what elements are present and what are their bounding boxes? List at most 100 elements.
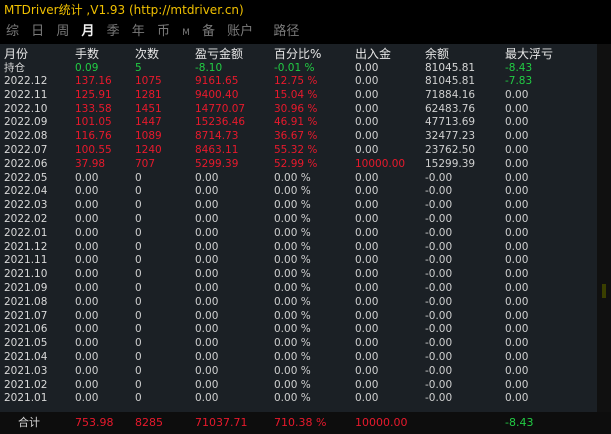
holding-deposit-withdraw: 0.00: [355, 62, 379, 74]
cell-balance: 62483.76: [425, 102, 476, 115]
cell-balance: -0.00: [425, 364, 453, 377]
cell-count: 0: [135, 282, 142, 294]
cell-lots: 0.00: [75, 378, 99, 391]
total-count: 8285: [135, 416, 163, 429]
cell-deposit-withdraw: 0.00: [355, 75, 379, 87]
cell-percent: 46.91 %: [274, 116, 318, 129]
cell-balance: -0.00: [425, 240, 453, 253]
cell-max-drawdown: 0.00: [505, 157, 529, 170]
cell-deposit-withdraw: 0.00: [355, 102, 379, 115]
cell-month: 2021.05: [4, 337, 48, 350]
tab-notes[interactable]: 备: [202, 21, 215, 43]
cell-lots: 0.00: [75, 254, 99, 267]
cell-pnl: 0.00: [195, 378, 219, 391]
cell-balance: -0.00: [425, 309, 453, 322]
cell-deposit-withdraw: 10000.00: [355, 157, 406, 170]
cell-count: 707: [135, 157, 156, 170]
cell-deposit-withdraw: 0.00: [355, 309, 379, 322]
cell-pnl: 0.00: [195, 240, 219, 253]
cell-deposit-withdraw: 0.00: [355, 199, 379, 212]
cell-lots: 0.00: [75, 282, 99, 294]
tab-month[interactable]: 月: [81, 21, 94, 43]
cell-lots: 0.00: [75, 213, 99, 225]
cell-pnl: 0.00: [195, 185, 219, 198]
cell-percent: 0.00 %: [274, 323, 311, 336]
cell-month: 2022.05: [4, 171, 48, 184]
cell-percent: 0.00 %: [274, 351, 311, 363]
cell-max-drawdown: 0.00: [505, 378, 529, 391]
cell-lots: 100.55: [75, 144, 112, 156]
cell-pnl: 9400.40: [195, 88, 239, 101]
cell-pnl: 9161.65: [195, 75, 239, 87]
cell-pnl: 0.00: [195, 199, 219, 212]
total-max-drawdown: -8.43: [505, 416, 534, 429]
table-row: 2021.08 0.00 0 0.00 0.00 % 0.00 -0.00 0.00: [0, 296, 597, 309]
cell-lots: 0.00: [75, 323, 99, 336]
cell-lots: 137.16: [75, 75, 112, 87]
cell-lots: 0.00: [75, 364, 99, 377]
cell-month: 2021.03: [4, 364, 48, 377]
cell-max-drawdown: 0.00: [505, 268, 529, 281]
cell-count: 0: [135, 171, 142, 184]
holding-label: 持仓: [4, 62, 25, 74]
cell-pnl: 0.00: [195, 364, 219, 377]
cell-month: 2021.04: [4, 351, 48, 363]
tab-day[interactable]: 日: [31, 21, 44, 43]
tab-overall[interactable]: 综: [6, 21, 19, 43]
cell-count: 0: [135, 213, 142, 225]
tab-magic[interactable]: M: [182, 22, 190, 44]
cell-count: 1281: [135, 88, 162, 101]
holding-count: 5: [135, 62, 142, 74]
table-row: 2022.03 0.00 0 0.00 0.00 % 0.00 -0.00 0.00: [0, 199, 597, 212]
cell-lots: 0.00: [75, 268, 99, 281]
cell-lots: 116.76: [75, 130, 112, 143]
cell-percent: 52.99 %: [274, 157, 318, 170]
cell-lots: 0.00: [75, 351, 99, 363]
table-row: 2021.02 0.00 0 0.00 0.00 % 0.00 -0.00 0.00: [0, 379, 597, 392]
holding-percent: -0.01 %: [274, 62, 315, 74]
tab-path[interactable]: 路径: [273, 21, 299, 43]
cell-max-drawdown: 0.00: [505, 116, 529, 129]
tab-quarter[interactable]: 季: [107, 21, 120, 43]
cell-max-drawdown: -7.83: [505, 75, 533, 87]
cell-count: 0: [135, 378, 142, 391]
cell-balance: -0.00: [425, 213, 453, 225]
tab-week[interactable]: 周: [56, 21, 69, 43]
cell-percent: 30.96 %: [274, 102, 318, 115]
cell-percent: 0.00 %: [274, 309, 311, 322]
cell-deposit-withdraw: 0.00: [355, 323, 379, 336]
cell-max-drawdown: 0.00: [505, 351, 529, 363]
total-deposit-withdraw: 10000.00: [355, 416, 408, 429]
cell-month: 2022.11: [4, 88, 48, 101]
vertical-scrollbar[interactable]: [597, 44, 611, 412]
tab-account[interactable]: 账户: [227, 21, 253, 43]
cell-month: 2021.06: [4, 323, 48, 336]
header-month: 月份: [4, 47, 29, 61]
table-row: 2022.11 125.91 1281 9400.40 15.04 % 0.00 71884…: [0, 89, 597, 102]
cell-max-drawdown: 0.00: [505, 240, 529, 253]
cell-max-drawdown: 0.00: [505, 88, 529, 101]
cell-count: 0: [135, 364, 142, 377]
tab-year[interactable]: 年: [132, 21, 145, 43]
cell-lots: 0.00: [75, 337, 99, 350]
cell-balance: -0.00: [425, 268, 453, 281]
tab-symbol[interactable]: 币: [157, 21, 170, 43]
header-balance: 余额: [425, 47, 450, 61]
cell-deposit-withdraw: 0.00: [355, 226, 379, 239]
cell-deposit-withdraw: 0.00: [355, 364, 379, 377]
cell-month: 2021.10: [4, 268, 48, 281]
cell-month: 2022.04: [4, 185, 48, 198]
cell-percent: 0.00 %: [274, 199, 311, 212]
cell-count: 0: [135, 392, 142, 405]
cell-balance: -0.00: [425, 226, 453, 239]
cell-count: 1075: [135, 75, 162, 87]
cell-month: 2021.07: [4, 309, 48, 322]
header-pnl: 盈亏金额: [195, 47, 244, 61]
cell-balance: -0.00: [425, 199, 453, 212]
cell-lots: 133.58: [75, 102, 112, 115]
cell-pnl: 0.00: [195, 268, 219, 281]
cell-deposit-withdraw: 0.00: [355, 88, 379, 101]
header-percent: 百分比%: [274, 47, 322, 61]
table-row: 2021.10 0.00 0 0.00 0.00 % 0.00 -0.00 0.00: [0, 268, 597, 281]
holding-row: 持仓 0.09 5 -8.10 -0.01 % 0.00 81045.81 -8…: [0, 62, 597, 75]
